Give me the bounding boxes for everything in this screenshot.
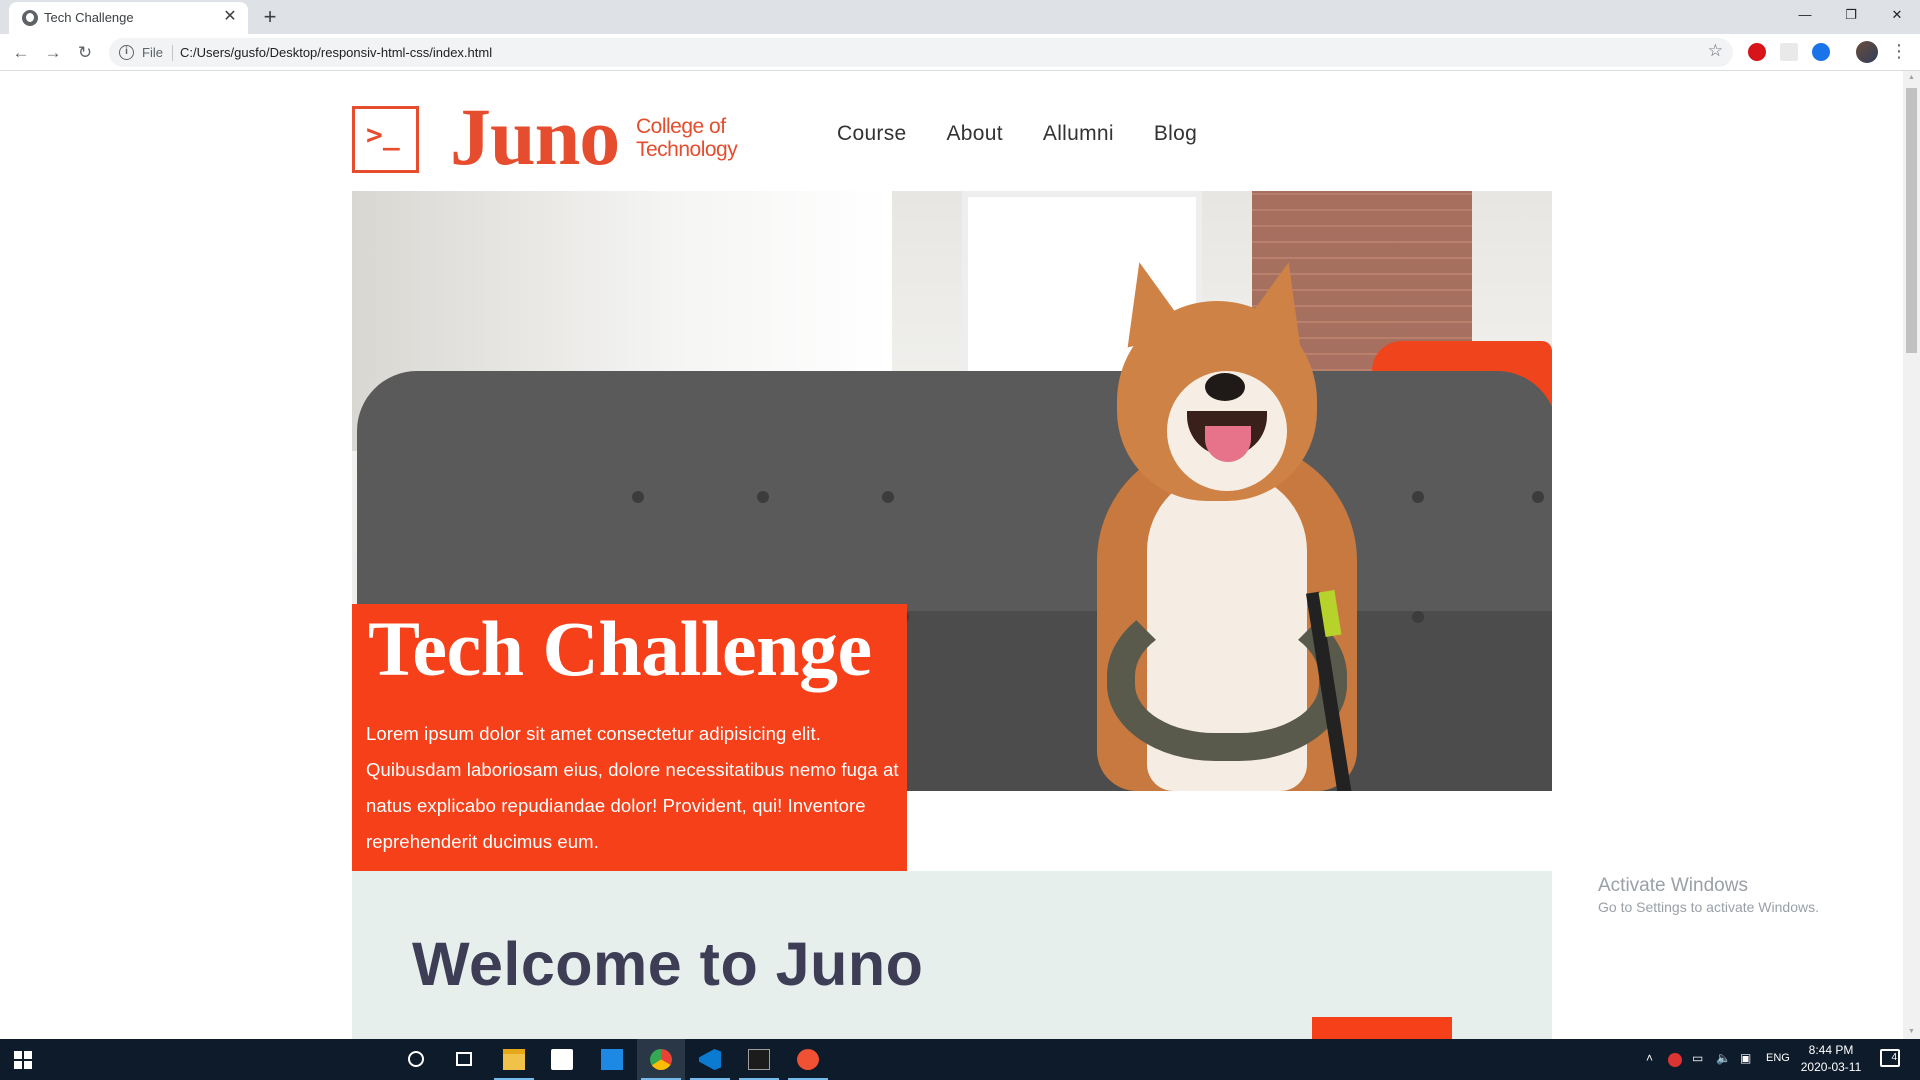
globe-icon xyxy=(22,10,38,26)
minimize-button[interactable]: — xyxy=(1782,0,1828,30)
taskbar-mail[interactable] xyxy=(588,1039,636,1080)
blue-extension-icon[interactable] xyxy=(1812,43,1830,61)
chrome-icon xyxy=(650,1049,672,1070)
cortana-button[interactable] xyxy=(392,1039,440,1080)
bookmark-star-icon[interactable]: ☆ xyxy=(1708,41,1723,61)
taskbar-vscode[interactable] xyxy=(686,1039,734,1080)
address-bar[interactable]: i File C:/Users/gusfo/Desktop/responsiv-… xyxy=(109,38,1733,67)
search-circle-icon xyxy=(408,1051,424,1067)
taskbar-file-explorer[interactable] xyxy=(490,1039,538,1080)
terminal-logo-icon[interactable]: >_ xyxy=(352,106,419,173)
dog xyxy=(1077,254,1367,791)
windows-taskbar: ˄ ▭ 🔈 ▣ ENG 8:44 PM 2020-03-11 4 xyxy=(0,1039,1920,1080)
opera-extension-icon[interactable] xyxy=(1748,43,1766,61)
hero-card: Tech Challenge Lorem ipsum dolor sit ame… xyxy=(352,604,907,871)
file-label: File xyxy=(142,45,163,60)
browser-tab-strip: Tech Challenge ✕ + — ❐ ✕ xyxy=(0,0,1920,34)
page-scrollbar[interactable]: ▲ ▼ xyxy=(1903,71,1920,1039)
hero-title: Tech Challenge xyxy=(368,605,872,692)
hero-text: Lorem ipsum dolor sit amet consectetur a… xyxy=(366,723,899,852)
taskbar-store[interactable] xyxy=(538,1039,586,1080)
extension-icon[interactable] xyxy=(1780,43,1798,61)
volume-icon[interactable]: 🔈 xyxy=(1716,1051,1731,1065)
reload-icon[interactable]: ↻ xyxy=(71,39,99,67)
taskbar-app-red[interactable] xyxy=(784,1039,832,1080)
main-nav: Course About Allumni Blog xyxy=(837,122,1197,146)
windows-logo-icon xyxy=(14,1051,32,1069)
folder-icon xyxy=(503,1049,525,1070)
task-view-button[interactable] xyxy=(440,1039,488,1080)
nav-blog[interactable]: Blog xyxy=(1154,122,1197,146)
site-header: >_ Juno College of Technology Course Abo… xyxy=(352,91,1552,192)
scrollbar-thumb[interactable] xyxy=(1906,88,1917,353)
taskbar-chrome[interactable] xyxy=(637,1039,685,1080)
profile-avatar[interactable] xyxy=(1856,41,1878,63)
nav-allumni[interactable]: Allumni xyxy=(1043,122,1114,146)
store-icon xyxy=(551,1049,573,1070)
display-icon[interactable]: ▣ xyxy=(1740,1051,1751,1065)
taskbar-terminal[interactable] xyxy=(735,1039,783,1080)
welcome-section: Welcome to Juno xyxy=(352,871,1552,1039)
onedrive-icon[interactable] xyxy=(1668,1053,1682,1067)
welcome-title: Welcome to Juno xyxy=(412,930,924,998)
notification-center-icon[interactable]: 4 xyxy=(1880,1049,1900,1067)
welcome-button[interactable] xyxy=(1312,1017,1452,1039)
scroll-up-icon[interactable]: ▲ xyxy=(1903,71,1920,85)
tab-title: Tech Challenge xyxy=(44,10,134,25)
logo-tagline: College of Technology xyxy=(636,115,738,161)
close-tab-icon[interactable]: ✕ xyxy=(220,7,240,27)
new-tab-button[interactable]: + xyxy=(257,4,283,30)
restore-button[interactable]: ❐ xyxy=(1828,0,1874,30)
browser-menu-icon[interactable]: ⋮ xyxy=(1890,40,1908,62)
vscode-icon xyxy=(699,1049,721,1070)
info-icon[interactable]: i xyxy=(119,45,134,60)
scroll-down-icon[interactable]: ▼ xyxy=(1903,1025,1920,1039)
nav-about[interactable]: About xyxy=(947,122,1003,146)
logo-name[interactable]: Juno xyxy=(450,90,620,184)
activate-windows-watermark: Activate Windows Go to Settings to activ… xyxy=(1598,875,1819,915)
network-icon[interactable]: ▭ xyxy=(1692,1051,1703,1065)
clock[interactable]: 8:44 PM 2020-03-11 xyxy=(1786,1042,1876,1076)
task-view-icon xyxy=(456,1052,472,1066)
chevron-up-icon[interactable]: ˄ xyxy=(1646,1051,1653,1065)
rocket-app-icon xyxy=(797,1049,819,1070)
forward-icon[interactable]: → xyxy=(39,39,67,67)
terminal-icon xyxy=(748,1049,770,1070)
url-text[interactable]: C:/Users/gusfo/Desktop/responsiv-html-cs… xyxy=(180,45,492,60)
divider xyxy=(172,45,173,61)
back-icon[interactable]: ← xyxy=(7,39,35,67)
browser-tab[interactable]: Tech Challenge ✕ xyxy=(9,2,248,34)
browser-toolbar: ← → ↻ i File C:/Users/gusfo/Desktop/resp… xyxy=(0,34,1920,71)
mail-icon xyxy=(601,1049,623,1070)
nav-course[interactable]: Course xyxy=(837,122,907,146)
close-window-button[interactable]: ✕ xyxy=(1874,0,1920,30)
start-button[interactable] xyxy=(0,1039,48,1080)
